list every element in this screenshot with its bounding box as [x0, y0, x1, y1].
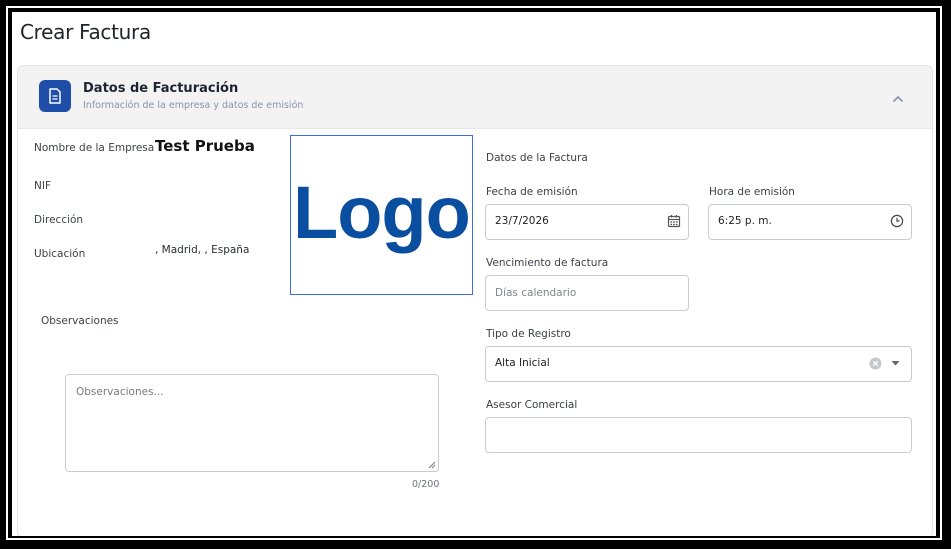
location-label: Ubicación [34, 248, 86, 260]
billing-card-header[interactable]: Datos de Facturación Información de la e… [18, 66, 932, 129]
issue-date-input[interactable]: 23/7/2026 [485, 204, 689, 240]
chevron-down-icon[interactable] [891, 360, 900, 367]
logo-text: Logo [293, 171, 471, 254]
record-type-select[interactable]: Alta Inicial [485, 346, 912, 382]
clock-icon[interactable] [890, 214, 904, 228]
calendar-icon[interactable] [667, 214, 681, 228]
company-logo[interactable]: Logo [290, 135, 473, 295]
advisor-input[interactable] [485, 417, 912, 453]
section-subtitle: Información de la empresa y datos de emi… [83, 100, 304, 111]
address-label: Dirección [34, 214, 84, 226]
billing-card: Datos de Facturación Información de la e… [17, 65, 933, 536]
document-icon [39, 80, 71, 112]
location-value: , Madrid, , España [155, 244, 250, 256]
observations-label: Observaciones [41, 315, 119, 327]
company-name-value: Test Prueba [155, 137, 255, 155]
issue-time-label: Hora de emisión [709, 186, 795, 198]
screenshot-frame: Crear Factura Datos de Facturación Infor… [0, 0, 951, 549]
record-type-value: Alta Inicial [495, 357, 550, 369]
issue-time-value: 6:25 p. m. [718, 215, 772, 227]
chevron-up-icon[interactable] [888, 88, 908, 108]
section-title: Datos de Facturación [83, 81, 239, 96]
due-label: Vencimiento de factura [486, 257, 609, 269]
observations-counter: 0/200 [412, 479, 440, 490]
clear-icon[interactable] [869, 357, 882, 370]
issue-date-value: 23/7/2026 [495, 215, 549, 227]
page-title: Crear Factura [20, 20, 151, 44]
resize-grip-icon[interactable] [428, 461, 436, 469]
nif-label: NIF [34, 180, 51, 192]
record-type-label: Tipo de Registro [486, 328, 571, 340]
invoice-section-label: Datos de la Factura [486, 152, 588, 164]
page: Crear Factura Datos de Facturación Infor… [12, 12, 936, 536]
due-days-placeholder: Días calendario [495, 287, 577, 299]
due-days-input[interactable]: Días calendario [485, 275, 689, 311]
company-name-label: Nombre de la Empresa [34, 142, 155, 154]
issue-time-input[interactable]: 6:25 p. m. [708, 204, 912, 240]
advisor-label: Asesor Comercial [486, 399, 578, 411]
observations-placeholder: Observaciones... [76, 386, 164, 398]
observations-textarea[interactable]: Observaciones... [65, 374, 439, 472]
issue-date-label: Fecha de emisión [486, 186, 578, 198]
